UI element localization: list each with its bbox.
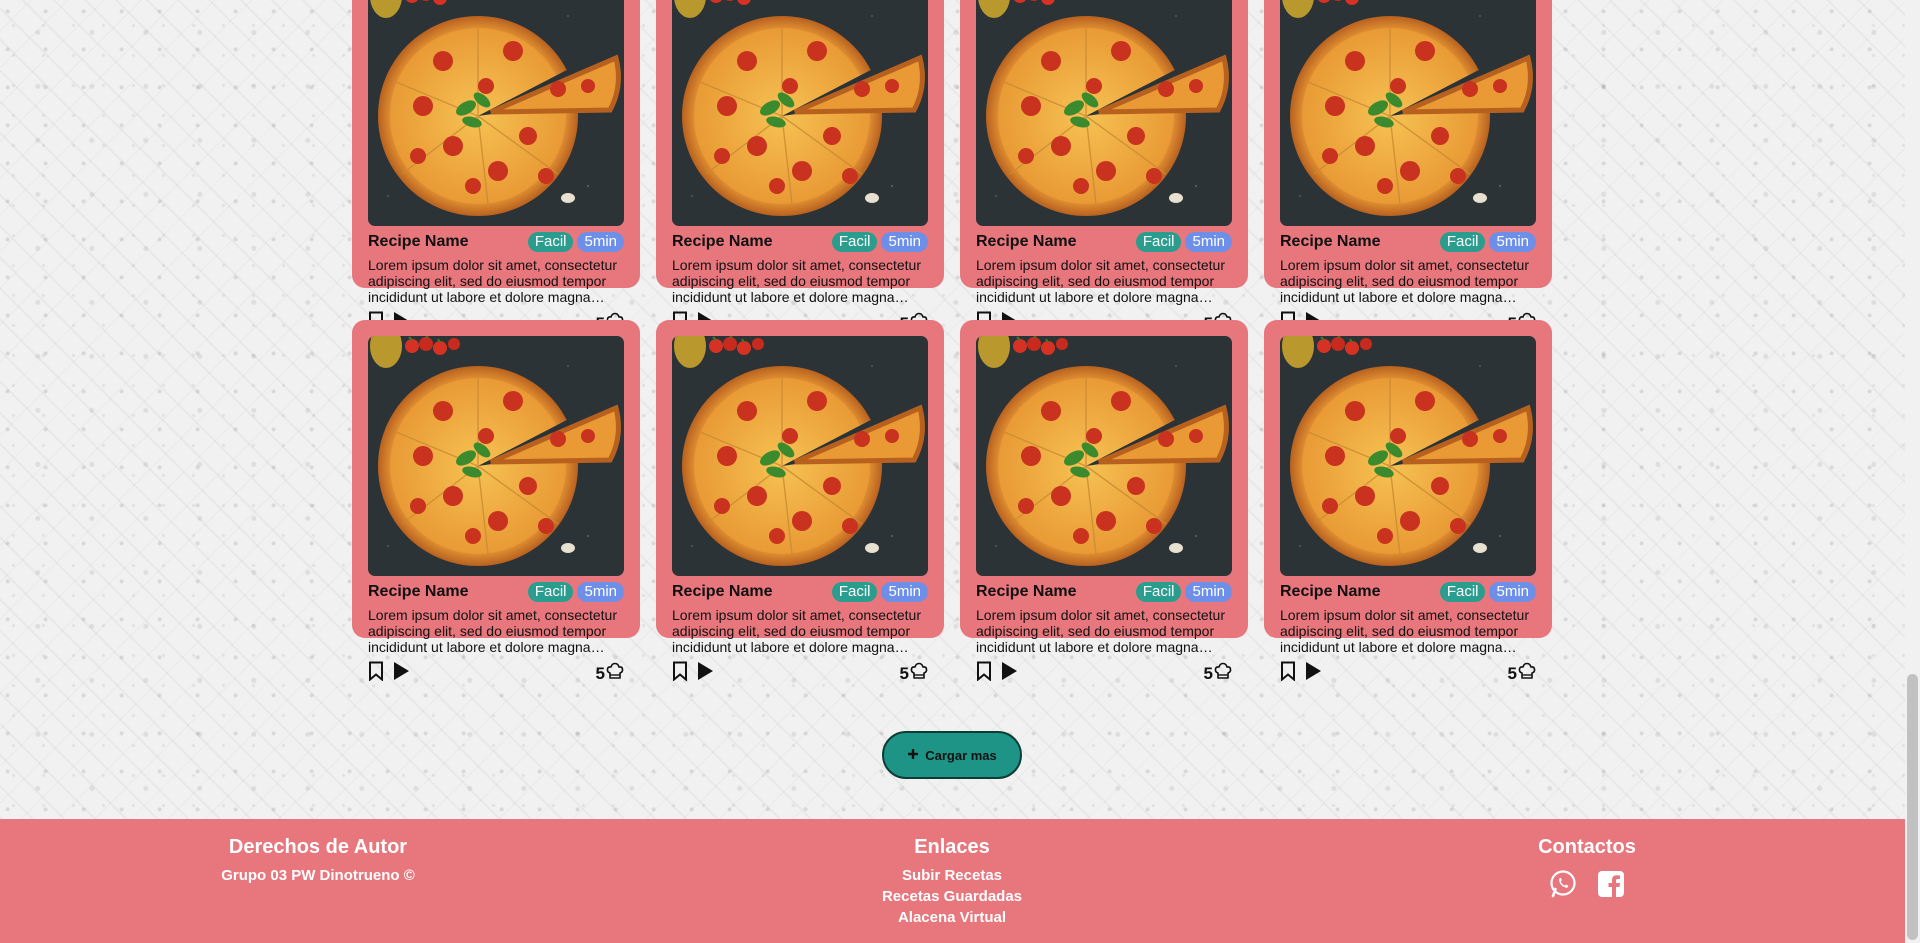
recipe-card[interactable]: Recipe Name Facil 5min Lorem ipsum dolor… [656,320,944,683]
recipe-title[interactable]: Recipe Name [368,233,469,251]
difficulty-badge: Facil [831,232,878,252]
pizza-image[interactable] [1280,336,1536,576]
time-badge: 5min [1489,582,1536,602]
difficulty-badge: Facil [1135,582,1182,602]
footer-contacts: Contactos [1527,836,1647,904]
recipe-description: Lorem ipsum dolor sit amet, consectetur … [1280,257,1529,305]
recipe-title[interactable]: Recipe Name [1280,583,1381,601]
recipe-card[interactable]: Recipe Name Facil 5min Lorem ipsum dolor… [1264,0,1552,333]
time-badge: 5min [1489,232,1536,252]
footer-copyright-text: Grupo 03 PW Dinotrueno © [221,867,415,884]
pizza-image[interactable] [672,336,928,576]
load-more-label: Cargar mas [925,747,997,763]
recipe-description: Lorem ipsum dolor sit amet, consectetur … [672,607,921,655]
difficulty-badge: Facil [1135,232,1182,252]
recipe-description: Lorem ipsum dolor sit amet, consectetur … [1280,607,1529,655]
pizza-image[interactable] [368,336,624,576]
time-badge: 5min [1185,582,1232,602]
difficulty-badge: Facil [1439,582,1486,602]
recipe-title[interactable]: Recipe Name [368,583,469,601]
chef-hat-icon [606,662,624,685]
chef-hat-icon [1518,662,1536,685]
chef-hat-icon [910,662,928,685]
recipe-description: Lorem ipsum dolor sit amet, consectetur … [672,257,921,305]
recipe-description: Lorem ipsum dolor sit amet, consectetur … [368,607,617,655]
footer-copyright-title: Derechos de Autor [228,836,408,858]
pizza-image[interactable] [976,336,1232,576]
time-badge: 5min [881,582,928,602]
chef-hat-icon [1214,662,1232,685]
recipe-card[interactable]: Recipe Name Facil 5min Lorem ipsum dolor… [352,320,640,683]
recipe-title[interactable]: Recipe Name [1280,233,1381,251]
pizza-image[interactable] [1280,0,1536,226]
rating-value: 5 [899,663,909,683]
bookmark-icon[interactable] [1280,661,1296,686]
play-icon[interactable] [1304,661,1322,686]
time-badge: 5min [577,582,624,602]
rating-value: 5 [1203,663,1213,683]
recipe-grid: Recipe Name Facil 5min Lorem ipsum dolor… [352,0,1552,683]
bookmark-icon[interactable] [368,661,384,686]
recipe-description: Lorem ipsum dolor sit amet, consectetur … [976,257,1225,305]
recipe-title[interactable]: Recipe Name [976,583,1077,601]
recipe-card[interactable]: Recipe Name Facil 5min Lorem ipsum dolor… [352,0,640,333]
footer-links-title: Enlaces [914,836,990,858]
difficulty-badge: Facil [831,582,878,602]
recipe-card[interactable]: Recipe Name Facil 5min Lorem ipsum dolor… [960,320,1248,683]
recipe-rating: 5 [1204,662,1232,685]
recipe-description: Lorem ipsum dolor sit amet, consectetur … [368,257,617,305]
recipe-card[interactable]: Recipe Name Facil 5min Lorem ipsum dolor… [656,0,944,333]
pizza-image[interactable] [672,0,928,226]
play-icon[interactable] [696,661,714,686]
recipe-title[interactable]: Recipe Name [672,583,773,601]
recipe-rating: 5 [596,662,624,685]
scrollbar[interactable] [1905,0,1920,943]
footer-link-alacena-virtual[interactable]: Alacena Virtual [852,909,1052,926]
recipe-title[interactable]: Recipe Name [672,233,773,251]
load-more-button[interactable]: Cargar mas [882,731,1022,779]
recipe-card[interactable]: Recipe Name Facil 5min Lorem ipsum dolor… [1264,320,1552,683]
bookmark-icon[interactable] [976,661,992,686]
footer-link-subir-recetas[interactable]: Subir Recetas [852,867,1052,884]
difficulty-badge: Facil [1439,232,1486,252]
recipe-rating: 5 [1508,662,1536,685]
whatsapp-icon[interactable] [1548,869,1578,904]
time-badge: 5min [1185,232,1232,252]
scrollbar-thumb[interactable] [1907,674,1918,940]
footer-copyright: Derechos de Autor Grupo 03 PW Dinotrueno… [213,836,423,884]
recipe-description: Lorem ipsum dolor sit amet, consectetur … [976,607,1225,655]
footer-contacts-title: Contactos [1538,836,1636,858]
rating-value: 5 [595,663,605,683]
recipe-rating: 5 [900,662,928,685]
footer-links: Enlaces Subir Recetas Recetas Guardadas … [852,836,1052,926]
pizza-image[interactable] [368,0,624,226]
time-badge: 5min [881,232,928,252]
rating-value: 5 [1507,663,1517,683]
recipe-card[interactable]: Recipe Name Facil 5min Lorem ipsum dolor… [960,0,1248,333]
play-icon[interactable] [392,661,410,686]
bookmark-icon[interactable] [672,661,688,686]
footer-link-recetas-guardadas[interactable]: Recetas Guardadas [852,888,1052,905]
difficulty-badge: Facil [527,582,574,602]
facebook-icon[interactable] [1596,869,1626,904]
time-badge: 5min [577,232,624,252]
difficulty-badge: Facil [527,232,574,252]
footer: Derechos de Autor Grupo 03 PW Dinotrueno… [0,819,1905,943]
plus-icon [907,748,919,763]
play-icon[interactable] [1000,661,1018,686]
recipe-title[interactable]: Recipe Name [976,233,1077,251]
pizza-image[interactable] [976,0,1232,226]
